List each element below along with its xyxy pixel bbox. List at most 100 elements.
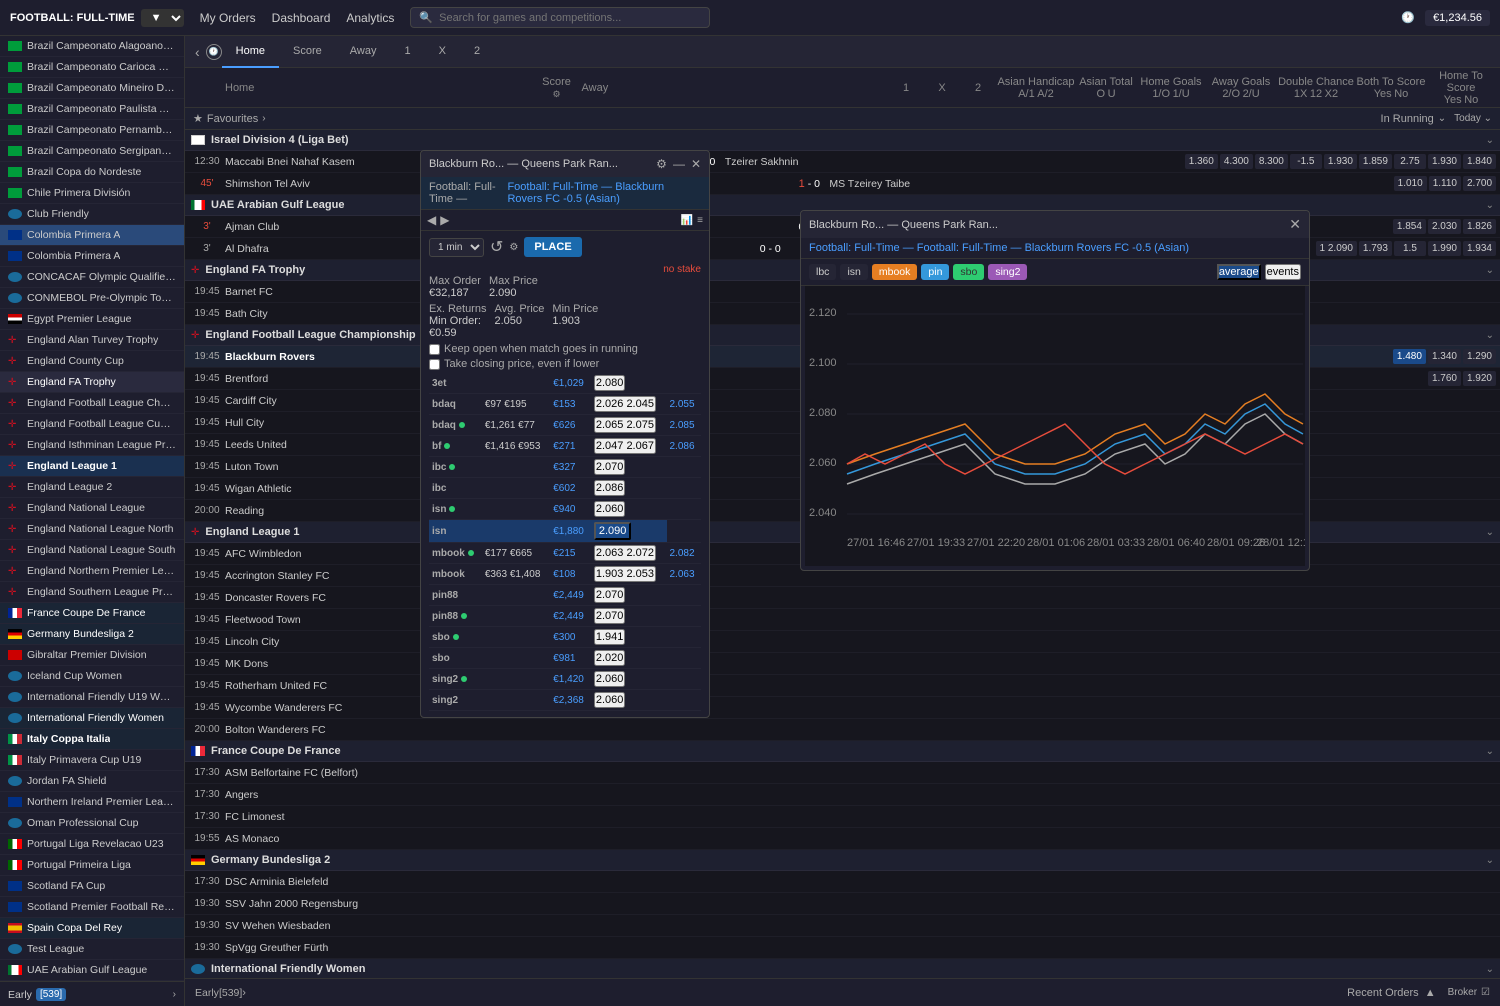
odd-ah3[interactable]: 1.859: [1359, 154, 1392, 169]
sidebar-item-chile[interactable]: Chile Primera División: [0, 183, 184, 204]
sidebar-item-england-turvey[interactable]: ✛ England Alan Turvey Trophy: [0, 330, 184, 351]
sidebar-item-northern-ireland[interactable]: Northern Ireland Premier League: [0, 792, 184, 813]
sidebar-item-brazil-sp[interactable]: Brazil Campeonato Paulista A3 (SP): [0, 99, 184, 120]
sidebar-item-england-isthminan[interactable]: ✛ England Isthminan League Premier Divis…: [0, 435, 184, 456]
odd-1[interactable]: 1.760: [1428, 371, 1461, 386]
price-btn[interactable]: 2.020: [594, 650, 626, 666]
odd-ah1[interactable]: -1.5: [1290, 154, 1322, 169]
user-balance[interactable]: €1,234.56: [1425, 10, 1490, 26]
sidebar-item-colombia-a2[interactable]: Colombia Primera A: [0, 246, 184, 267]
price-btn[interactable]: 2.070: [594, 587, 626, 603]
sidebar-item-england-efl[interactable]: ✛ England Football League Cup (EFL): [0, 414, 184, 435]
odds-row-ibc1[interactable]: ibc €327 2.070: [429, 457, 701, 478]
in-running-filter[interactable]: In Running ⌄: [1381, 113, 1447, 125]
tab-away[interactable]: Away: [336, 36, 391, 68]
sidebar-item-iceland-women[interactable]: Iceland Cup Women: [0, 666, 184, 687]
sidebar-item-concacaf[interactable]: CONCACAF Olympic Qualifiers Women: [0, 267, 184, 288]
table-row[interactable]: 20:00 Bolton Wanderers FC: [185, 719, 1500, 741]
favourites-filter[interactable]: ★ Favourites ›: [193, 112, 266, 125]
sidebar-item-intl-u19-women[interactable]: International Friendly U19 Women: [0, 687, 184, 708]
table-row[interactable]: 17:30 DSC Arminia Bielefeld: [185, 871, 1500, 893]
tab-score[interactable]: Score: [279, 36, 336, 68]
place-button[interactable]: PLACE: [524, 237, 581, 257]
sidebar-item-oman[interactable]: Oman Professional Cup: [0, 813, 184, 834]
sidebar-item-intl-friendly-women[interactable]: International Friendly Women: [0, 708, 184, 729]
sidebar-item-brazil-rj[interactable]: Brazil Campeonato Carioca Division 1 (RJ…: [0, 57, 184, 78]
sidebar-item-italy-coppa[interactable]: Italy Coppa Italia: [0, 729, 184, 750]
table-row[interactable]: 19:30 SV Wehen Wiesbaden: [185, 915, 1500, 937]
odd-1[interactable]: 1 2.090: [1316, 241, 1357, 256]
sidebar-item-england-county[interactable]: ✛ England County Cup: [0, 351, 184, 372]
graph-icon[interactable]: 📊: [681, 215, 693, 226]
sidebar-item-gibraltar[interactable]: Gibraltar Premier Division: [0, 645, 184, 666]
odds-row-sbo2[interactable]: sbo €981 2.020: [429, 648, 701, 669]
sidebar-item-brazil-se[interactable]: Brazil Campeonato Sergipano (SE): [0, 141, 184, 162]
recent-orders-btn[interactable]: Recent Orders ▲: [1347, 987, 1435, 999]
sidebar-item-brazil-al[interactable]: Brazil Campeonato Alagoano (AL): [0, 36, 184, 57]
odd-1[interactable]: 1.854: [1393, 219, 1426, 234]
odds-row-bf[interactable]: bf €1,416 €953 €271 2.047 2.067 2.086: [429, 436, 701, 457]
price-btn[interactable]: 2.065 2.075: [594, 417, 656, 433]
table-row[interactable]: 17:30 ASM Belfortaine FC (Belfort): [185, 762, 1500, 784]
league-header-israel[interactable]: Israel Division 4 (Liga Bet) ⌄: [185, 130, 1500, 151]
odd-1[interactable]: 1.360: [1185, 154, 1218, 169]
table-row[interactable]: 19:45 Fleetwood Town: [185, 609, 1500, 631]
price-btn[interactable]: 2.026 2.045: [594, 396, 656, 412]
tab-1[interactable]: 1: [390, 36, 424, 68]
list-icon[interactable]: ≡: [697, 215, 703, 226]
table-row[interactable]: 45' Shimshon Tel Aviv 1 - 0 MS Tzeirey T…: [185, 173, 1500, 195]
odds-row-ibc2[interactable]: ibc €602 2.086: [429, 478, 701, 499]
sidebar-item-portugal-liga[interactable]: Portugal Primeira Liga: [0, 855, 184, 876]
odd-at[interactable]: 1.990: [1428, 241, 1461, 256]
bm-tab-isn[interactable]: isn: [840, 264, 867, 280]
sidebar-item-portugal-u23[interactable]: Portugal Liga Revelacao U23: [0, 834, 184, 855]
odd-x[interactable]: 2.030: [1428, 219, 1461, 234]
price-btn-highlighted[interactable]: 2.090: [594, 522, 632, 540]
table-row[interactable]: 17:30 Angers: [185, 784, 1500, 806]
sidebar-item-england-league1[interactable]: ✛ England League 1: [0, 456, 184, 477]
dashboard-link[interactable]: Dashboard: [272, 11, 331, 25]
analytics-link[interactable]: Analytics: [346, 11, 394, 25]
interval-select[interactable]: 1 min 5 min: [429, 238, 484, 257]
odd-1[interactable]: 1.480: [1393, 349, 1426, 364]
table-row[interactable]: 17:30 FC Limonest: [185, 806, 1500, 828]
bm-tab-mbook[interactable]: mbook: [872, 264, 918, 280]
sidebar-item-brazil-pe[interactable]: Brazil Campeonato Pernambucano (PE): [0, 120, 184, 141]
odds-row-bdaq2[interactable]: bdaq €1,261 €77 €626 2.065 2.075 2.085: [429, 415, 701, 436]
price-btn[interactable]: 2.060: [594, 501, 626, 517]
odd-dc3[interactable]: 2.700: [1463, 176, 1496, 191]
price-btn[interactable]: 2.047 2.067: [594, 438, 656, 454]
tab-x[interactable]: X: [425, 36, 460, 68]
broker-checkbox[interactable]: ☑: [1481, 987, 1490, 998]
sidebar-item-france-coupe[interactable]: France Coupe De France: [0, 603, 184, 624]
odds-row-pin2[interactable]: pin88 €2,449 2.070: [429, 606, 701, 627]
table-row[interactable]: 12:30 Maccabi Bnei Nahaf Kasem 0 - 0 Tze…: [185, 151, 1500, 173]
table-row[interactable]: 19:45 Doncaster Rovers FC: [185, 587, 1500, 609]
settings-icon[interactable]: ⚙: [656, 157, 667, 171]
table-row[interactable]: 19:55 AS Monaco: [185, 828, 1500, 850]
brand-dropdown[interactable]: ▼: [141, 9, 184, 27]
my-orders-link[interactable]: My Orders: [200, 11, 256, 25]
price-btn[interactable]: 2.080: [594, 375, 626, 391]
league-header-intl-women[interactable]: International Friendly Women ⌄: [185, 959, 1500, 978]
price-btn[interactable]: 1.903 2.053: [594, 566, 656, 582]
odd-dc1[interactable]: 1.010: [1394, 176, 1427, 191]
odd-2[interactable]: 8.300: [1255, 154, 1288, 169]
sidebar-item-england-northern[interactable]: ✛ England Northern Premier League: [0, 561, 184, 582]
sidebar-item-germany-bundesliga2[interactable]: Germany Bundesliga 2: [0, 624, 184, 645]
sidebar-item-italy-primavera[interactable]: Italy Primavera Cup U19: [0, 750, 184, 771]
take-closing-checkbox[interactable]: [429, 359, 440, 370]
odds-row-mbook1[interactable]: mbook €177 €665 €215 2.063 2.072 2.082: [429, 543, 701, 564]
odds-row-sing1[interactable]: sing2 €1,420 2.060: [429, 669, 701, 690]
odd-dc2[interactable]: 1.110: [1429, 176, 1461, 191]
average-btn[interactable]: average: [1217, 264, 1261, 280]
odd-x[interactable]: 4.300: [1220, 154, 1253, 169]
price-btn[interactable]: 1.941: [594, 629, 626, 645]
odd-at3[interactable]: 1.840: [1463, 154, 1496, 169]
sidebar-item-jordan[interactable]: Jordan FA Shield: [0, 771, 184, 792]
sidebar-item-england-national-north[interactable]: ✛ England National League North: [0, 519, 184, 540]
bm-tab-sing2[interactable]: sing2: [988, 264, 1027, 280]
odds-row-bdaq1[interactable]: bdaq €97 €195 €153 2.026 2.045 2.055: [429, 394, 701, 415]
sidebar-item-colombia-a[interactable]: Colombia Primera A: [0, 225, 184, 246]
sidebar-item-scotland-premier-reserve[interactable]: Scotland Premier Football Reserve League…: [0, 897, 184, 918]
